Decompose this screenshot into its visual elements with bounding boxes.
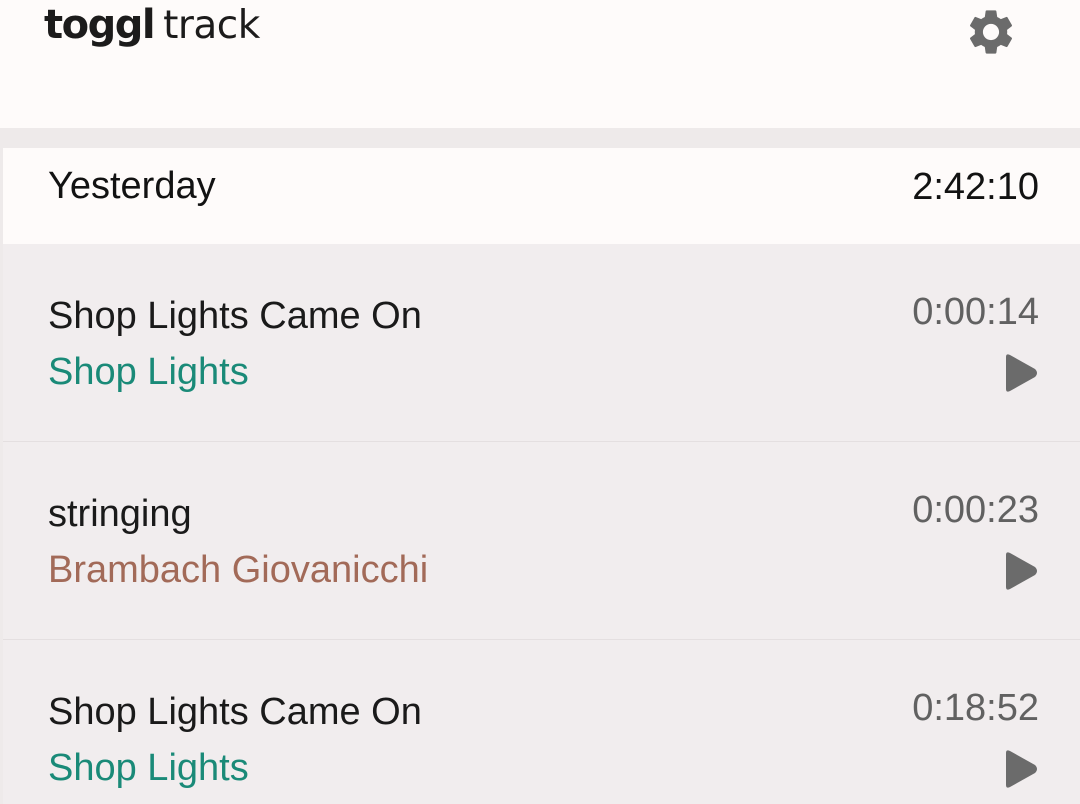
continue-entry-button[interactable] bbox=[995, 744, 1045, 794]
time-entry-description: Shop Lights Came On bbox=[48, 691, 422, 733]
logo-wordmark-bold: toggl bbox=[44, 2, 156, 48]
time-entry-row[interactable]: Shop Lights Came On Shop Lights 0:18:52 bbox=[3, 640, 1080, 804]
time-entry-project: Brambach Giovanicchi bbox=[48, 549, 429, 591]
time-entry-row[interactable]: Shop Lights Came On Shop Lights 0:00:14 bbox=[3, 244, 1080, 442]
day-group-header: Yesterday 2:42:10 bbox=[3, 148, 1080, 244]
continue-entry-button[interactable] bbox=[995, 348, 1045, 398]
time-entry-project: Shop Lights bbox=[48, 747, 249, 789]
play-icon bbox=[1006, 354, 1037, 392]
app-screen: toggl track Yesterday 2:42:10 Shop Light… bbox=[0, 0, 1080, 804]
play-icon bbox=[1006, 750, 1037, 788]
day-group-total-duration: 2:42:10 bbox=[912, 166, 1039, 208]
time-entry-duration: 0:18:52 bbox=[912, 687, 1039, 729]
settings-button[interactable] bbox=[962, 3, 1020, 61]
day-group-title: Yesterday bbox=[48, 165, 216, 207]
time-entries-list: Shop Lights Came On Shop Lights 0:00:14 … bbox=[3, 244, 1080, 804]
continue-entry-button[interactable] bbox=[995, 546, 1045, 596]
toggl-track-logo: toggl track bbox=[44, 2, 260, 56]
logo-wordmark-light: track bbox=[163, 3, 260, 48]
time-entry-row[interactable]: stringing Brambach Giovanicchi 0:00:23 bbox=[3, 442, 1080, 640]
gear-icon bbox=[969, 10, 1013, 54]
time-entry-description: Shop Lights Came On bbox=[48, 295, 422, 337]
play-icon bbox=[1006, 552, 1037, 590]
time-entry-project: Shop Lights bbox=[48, 351, 249, 393]
top-app-bar: toggl track bbox=[0, 0, 1080, 128]
time-entry-duration: 0:00:23 bbox=[912, 489, 1039, 531]
time-entry-duration: 0:00:14 bbox=[912, 291, 1039, 333]
time-entry-description: stringing bbox=[48, 493, 192, 535]
